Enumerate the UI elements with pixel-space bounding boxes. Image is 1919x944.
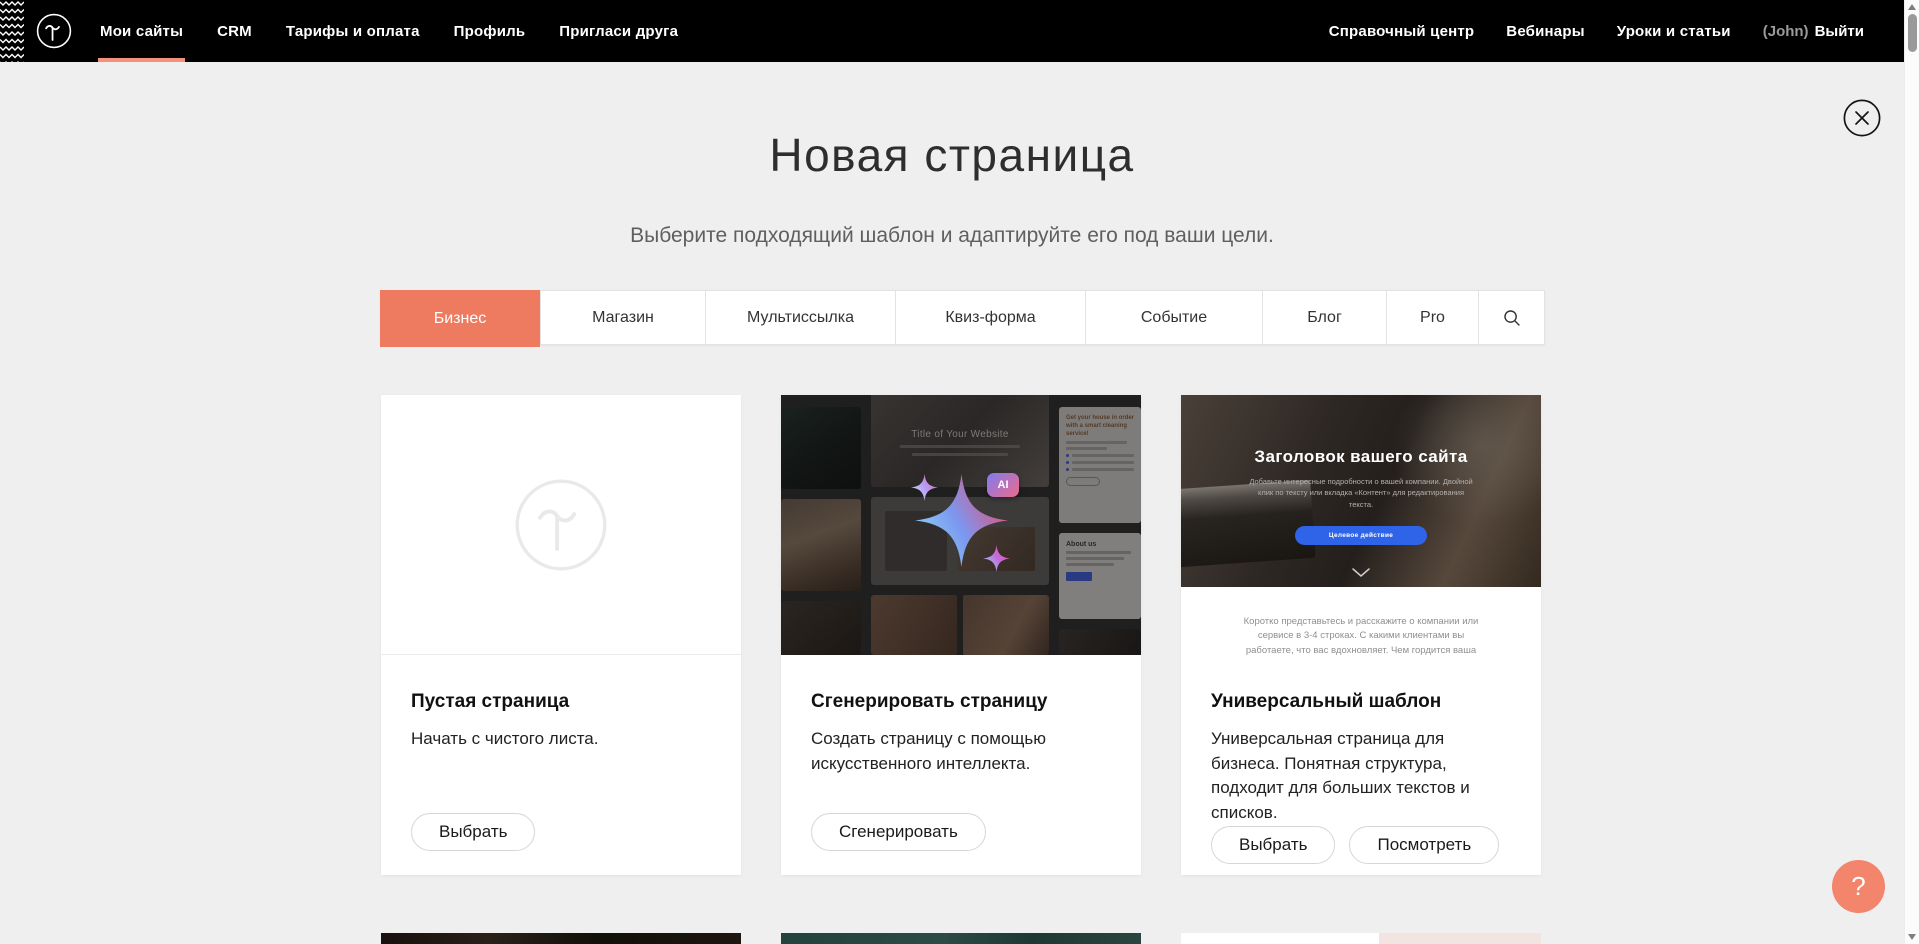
template-hero-content: Заголовок вашего сайта Добавьте интересн… xyxy=(1181,395,1541,587)
nav-user-block: (John) Выйти xyxy=(1763,0,1864,62)
nav-item-crm[interactable]: CRM xyxy=(217,0,252,62)
nav-main-menu: Мои сайты CRM Тарифы и оплата Профиль Пр… xyxy=(100,0,678,62)
question-mark-icon: ? xyxy=(1851,871,1865,902)
blank-page-preview xyxy=(381,395,741,655)
tab-store[interactable]: Магазин xyxy=(540,291,705,344)
card-actions: Выбрать xyxy=(411,813,711,851)
logout-link[interactable]: Выйти xyxy=(1815,23,1864,40)
card-title: Сгенерировать страницу xyxy=(811,691,1111,713)
universal-template-preview: Заголовок вашего сайта Добавьте интересн… xyxy=(1181,395,1541,655)
card-image-partial[interactable] xyxy=(781,933,1141,944)
next-cards-row-partial xyxy=(381,933,1541,944)
new-page-dialog: Мои сайты CRM Тарифы и оплата Профиль Пр… xyxy=(0,0,1919,944)
template-hero-text: Добавьте интересные подробности о вашей … xyxy=(1246,476,1476,510)
search-icon xyxy=(1502,308,1522,328)
tab-blog[interactable]: Блог xyxy=(1262,291,1386,344)
template-category-tabs: Бизнес Магазин Мультиссылка Квиз-форма С… xyxy=(380,290,1545,345)
nav-item-my-sites[interactable]: Мои сайты xyxy=(100,0,183,62)
page-title: Новая страница xyxy=(0,128,1904,182)
card-title: Пустая страница xyxy=(411,691,711,713)
scrollbar-thumb[interactable] xyxy=(1908,14,1917,52)
choose-button[interactable]: Выбрать xyxy=(1211,826,1335,864)
tab-event[interactable]: Событие xyxy=(1085,291,1262,344)
card-ai-generate[interactable]: Title of Your Website Get your house in … xyxy=(781,395,1141,875)
tilda-logo[interactable] xyxy=(36,13,72,49)
template-body-text: Коротко представьтесь и расскажите о ком… xyxy=(1241,615,1481,655)
help-button[interactable]: ? xyxy=(1832,860,1885,913)
card-image-partial[interactable] xyxy=(1181,933,1541,944)
card-body: Сгенерировать страницу Создать страницу … xyxy=(781,655,1141,875)
ai-badge: AI xyxy=(987,473,1019,497)
card-title: Универсальный шаблон xyxy=(1211,691,1511,713)
template-hero-image: Заголовок вашего сайта Добавьте интересн… xyxy=(1181,395,1541,587)
nav-item-plans[interactable]: Тарифы и оплата xyxy=(286,0,420,62)
ai-sparkle-small-icon xyxy=(983,545,1010,572)
nav-item-webinars[interactable]: Вебинары xyxy=(1506,0,1584,62)
top-navbar: Мои сайты CRM Тарифы и оплата Профиль Пр… xyxy=(0,0,1904,62)
template-hero-title: Заголовок вашего сайта xyxy=(1254,447,1467,467)
template-cta-button: Целевое действие xyxy=(1295,526,1427,545)
generate-button[interactable]: Сгенерировать xyxy=(811,813,986,851)
card-blank-page[interactable]: Пустая страница Начать с чистого листа. … xyxy=(381,395,741,875)
nav-secondary-menu: Справочный центр Вебинары Уроки и статьи… xyxy=(1329,0,1864,62)
tab-quiz-form[interactable]: Квиз-форма xyxy=(895,291,1085,344)
tab-business[interactable]: Бизнес xyxy=(380,290,540,347)
scrollbar-up-arrow-icon[interactable] xyxy=(1908,4,1916,10)
card-universal-template[interactable]: Заголовок вашего сайта Добавьте интересн… xyxy=(1181,395,1541,875)
chevron-down-icon xyxy=(1352,568,1370,577)
nav-item-profile[interactable]: Профиль xyxy=(454,0,526,62)
page-scrollbar[interactable] xyxy=(1904,0,1919,944)
ai-collage: Title of Your Website Get your house in … xyxy=(781,395,1141,655)
template-cards-row: Пустая страница Начать с чистого листа. … xyxy=(381,395,1541,875)
close-icon xyxy=(1843,99,1881,137)
card-description: Создать страницу с помощью искусственног… xyxy=(811,727,1111,776)
user-name-label: (John) xyxy=(1763,23,1809,40)
card-body: Пустая страница Начать с чистого листа. … xyxy=(381,655,741,875)
close-button[interactable] xyxy=(1843,99,1881,137)
nav-item-lessons[interactable]: Уроки и статьи xyxy=(1617,0,1731,62)
scrollbar-down-arrow-icon[interactable] xyxy=(1908,934,1916,940)
zigzag-pattern-decoration xyxy=(0,0,24,62)
card-description: Начать с чистого листа. xyxy=(411,727,711,752)
page-subtitle: Выберите подходящий шаблон и адаптируйте… xyxy=(0,224,1904,248)
choose-button[interactable]: Выбрать xyxy=(411,813,535,851)
card-image-partial[interactable] xyxy=(381,933,741,944)
tab-multilink[interactable]: Мультиссылка xyxy=(705,291,895,344)
card-body: Универсальный шаблон Универсальная стран… xyxy=(1181,655,1541,888)
tilda-watermark-icon xyxy=(513,477,609,573)
card-description: Универсальная страница для бизнеса. Поня… xyxy=(1211,727,1511,826)
nav-item-help-center[interactable]: Справочный центр xyxy=(1329,0,1475,62)
ai-sparkle-small-icon xyxy=(911,474,938,501)
nav-item-invite-friend[interactable]: Пригласи друга xyxy=(559,0,678,62)
tab-pro[interactable]: Pro xyxy=(1386,291,1478,344)
ai-preview: Title of Your Website Get your house in … xyxy=(781,395,1141,655)
preview-button[interactable]: Посмотреть xyxy=(1349,826,1499,864)
card-actions: Сгенерировать xyxy=(811,813,1111,851)
blank-preview-area xyxy=(381,395,741,655)
tab-search[interactable] xyxy=(1478,291,1544,344)
card-actions: Выбрать Посмотреть xyxy=(1211,826,1511,864)
